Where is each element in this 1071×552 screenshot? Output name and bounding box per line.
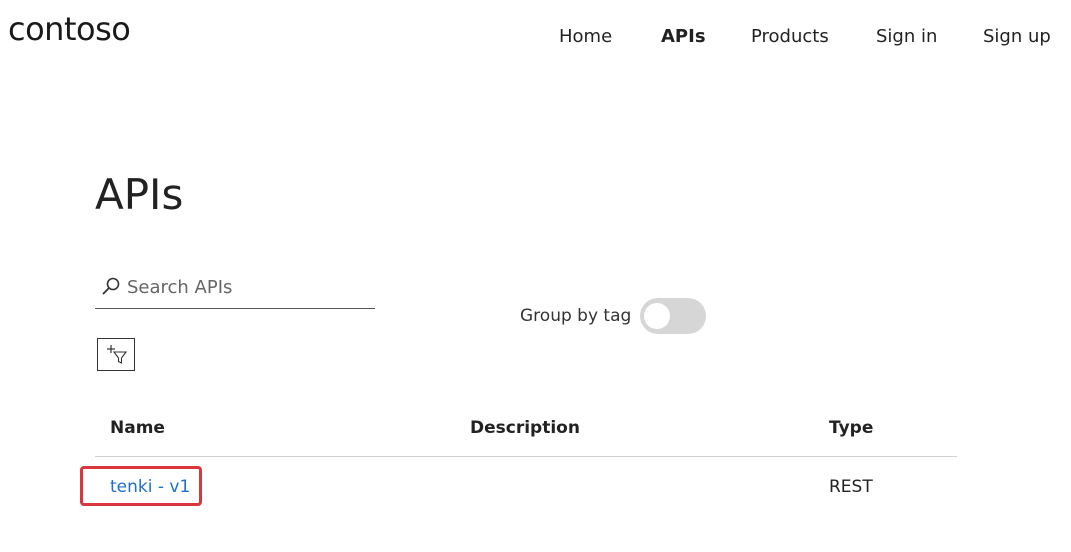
nav-sign-in[interactable]: Sign in (876, 26, 937, 47)
top-nav: Home APIs Products Sign in Sign up (0, 26, 1071, 50)
page-title: APIs (95, 170, 184, 219)
add-filter-button[interactable] (97, 338, 135, 371)
group-by-tag-label: Group by tag (520, 306, 632, 326)
nav-products[interactable]: Products (751, 26, 829, 47)
table-row: tenki - v1 REST (95, 457, 957, 515)
api-type: REST (829, 477, 873, 497)
add-filter-icon (107, 345, 128, 364)
column-header-name[interactable]: Name (110, 418, 165, 438)
nav-apis[interactable]: APIs (661, 26, 706, 47)
nav-sign-up[interactable]: Sign up (983, 26, 1051, 47)
search-box[interactable] (95, 272, 375, 309)
search-input[interactable] (127, 274, 367, 300)
column-header-description[interactable]: Description (470, 418, 580, 438)
group-by-tag-toggle[interactable] (640, 298, 706, 334)
highlight-box (80, 466, 202, 506)
column-header-type[interactable]: Type (829, 418, 873, 438)
search-icon (101, 276, 121, 296)
apis-table: Name Description Type tenki - v1 REST (95, 410, 957, 515)
nav-home[interactable]: Home (559, 26, 612, 47)
table-header: Name Description Type (95, 410, 957, 457)
toggle-knob (644, 303, 670, 329)
